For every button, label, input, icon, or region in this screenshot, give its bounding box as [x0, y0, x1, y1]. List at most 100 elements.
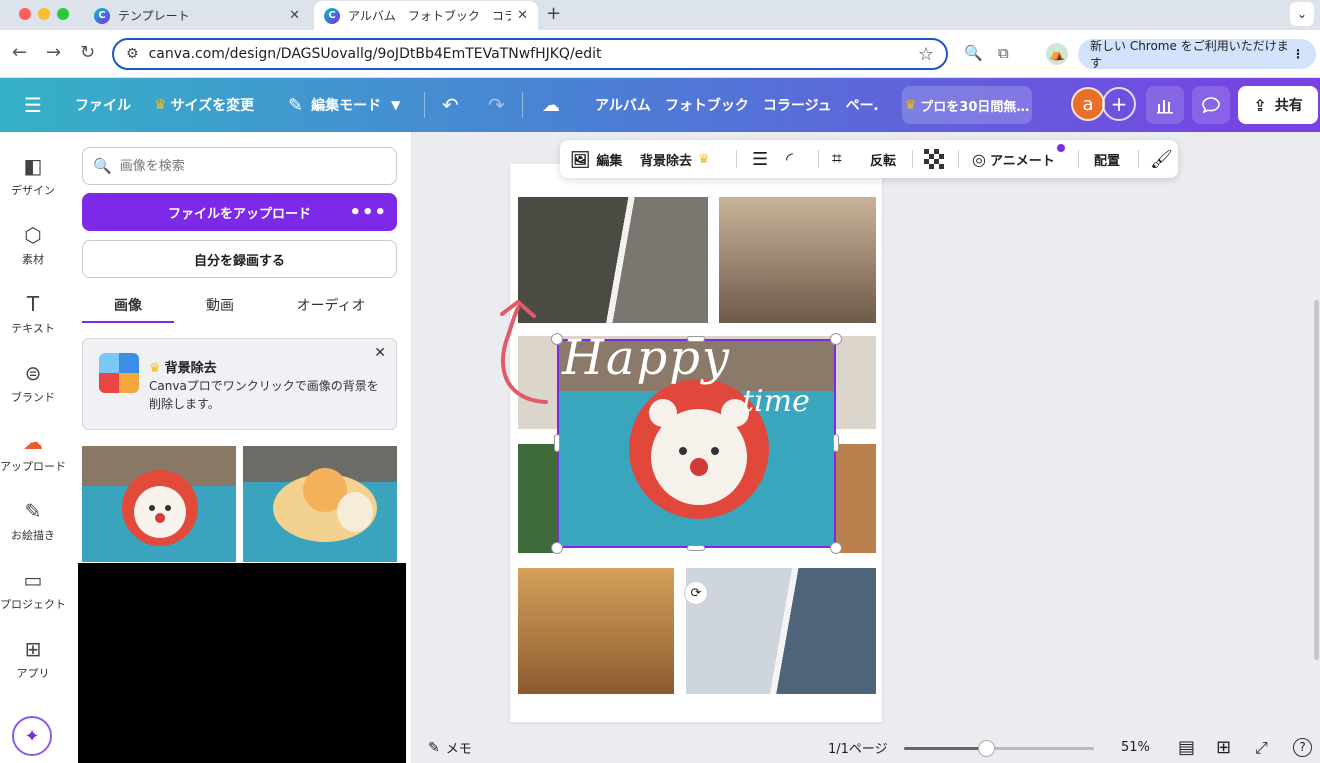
- update-chrome-button[interactable]: 新しい Chrome をご利用いただけます ⋮: [1078, 39, 1316, 70]
- image-icon: 🖼: [570, 149, 591, 169]
- rail-label: アップロード: [0, 460, 66, 473]
- photo-wedding-and-grandparent[interactable]: [686, 568, 876, 694]
- rail-item-uploads[interactable]: ☁ アップロード: [0, 430, 66, 474]
- share-button[interactable]: ⇪ 共有: [1238, 86, 1318, 124]
- happy-text[interactable]: Happy: [562, 330, 731, 386]
- uploaded-image-lion-side[interactable]: [243, 446, 397, 562]
- photo-family-autumn[interactable]: [518, 568, 674, 694]
- hand-drawn-arrow[interactable]: [494, 296, 564, 406]
- profile-avatar[interactable]: ⛺: [1046, 43, 1068, 65]
- pro-trial-button[interactable]: ♛ プロを30日間無…: [902, 86, 1032, 124]
- animate-button[interactable]: ◎ アニメート: [972, 140, 1065, 178]
- image-search-box[interactable]: 🔍: [82, 147, 397, 185]
- resize-handle-bottom-left[interactable]: [551, 542, 563, 554]
- flip-button[interactable]: 反転: [870, 140, 896, 178]
- crop-icon[interactable]: ⌗: [832, 140, 842, 178]
- rail-item-draw[interactable]: ✎ お絵描き: [0, 499, 66, 543]
- photo-frame-middle-left[interactable]: [518, 444, 558, 553]
- close-icon[interactable]: ✕: [374, 345, 386, 361]
- site-settings-icon[interactable]: ⚙: [126, 46, 139, 62]
- rail-item-projects[interactable]: ▭ プロジェクト: [0, 568, 66, 612]
- photo-frame-middle-right[interactable]: [834, 444, 876, 553]
- comment-icon[interactable]: [1192, 86, 1230, 124]
- extensions-icon[interactable]: ⧉: [998, 44, 1009, 62]
- browser-tab-templates[interactable]: C テンプレート ✕: [84, 1, 310, 30]
- search-input[interactable]: [119, 158, 380, 174]
- cloud-saved-icon[interactable]: ☁: [542, 78, 560, 132]
- close-icon[interactable]: ✕: [517, 8, 528, 23]
- document-title[interactable]: アルバム フォトブック コラージュ ペー…: [595, 78, 879, 132]
- resize-handle-right[interactable]: [833, 434, 839, 452]
- file-menu[interactable]: ファイル: [75, 78, 131, 132]
- resize-handle-top-right[interactable]: [830, 333, 842, 345]
- position-button[interactable]: 配置: [1094, 140, 1120, 178]
- divider: [424, 92, 425, 118]
- page-view-icon[interactable]: ▤: [1178, 732, 1195, 763]
- record-yourself-button[interactable]: 自分を録画する: [82, 240, 397, 278]
- undo-icon[interactable]: ↶: [442, 78, 459, 132]
- zoom-percentage[interactable]: 51%: [1121, 732, 1150, 763]
- search-icon[interactable]: 🔍: [964, 44, 983, 62]
- corner-rounding-icon[interactable]: ◜: [786, 140, 793, 178]
- zoom-slider[interactable]: [904, 740, 1094, 757]
- canvas-area: Happy time ⟳ 🖼 編集 背景除去 ♛ ☰ ◜ ⌗ 反転 ◎ アニメー…: [412, 132, 1320, 732]
- paint-roller-icon[interactable]: 🖌: [1150, 140, 1173, 178]
- magic-sparkle-icon[interactable]: ✦: [12, 716, 52, 756]
- resize-handle-bottom[interactable]: [687, 545, 705, 551]
- help-icon: ?: [1293, 738, 1312, 757]
- rail-label: プロジェクト: [0, 598, 66, 611]
- tab-images[interactable]: 画像: [82, 295, 174, 323]
- browser-tab-album[interactable]: C アルバム フォトブック コラー ✕: [314, 1, 538, 30]
- more-horizontal-icon[interactable]: •••: [349, 202, 387, 223]
- transparency-icon[interactable]: [924, 140, 944, 178]
- grid-view-icon[interactable]: ⊞: [1216, 732, 1231, 763]
- canva-favicon-icon: C: [324, 7, 340, 24]
- bookmark-star-icon[interactable]: ☆: [918, 44, 934, 65]
- help-button[interactable]: ?: [1293, 732, 1312, 763]
- more-vert-icon[interactable]: ⋮: [1292, 47, 1304, 61]
- forward-arrow-icon[interactable]: →: [46, 42, 61, 63]
- photo-dancing-couple[interactable]: [719, 197, 876, 323]
- notes-label: メモ: [445, 742, 472, 757]
- zoom-slider-knob[interactable]: [977, 740, 995, 757]
- maximize-window-button[interactable]: [57, 8, 69, 20]
- close-icon[interactable]: ✕: [289, 8, 300, 23]
- redo-icon[interactable]: ↷: [488, 78, 505, 132]
- rail-item-design[interactable]: ◧ デザイン: [0, 154, 66, 198]
- uploaded-image-lion-front[interactable]: [82, 446, 236, 562]
- insights-chart-icon[interactable]: [1146, 86, 1184, 124]
- resize-button[interactable]: ♛ サイズを変更: [154, 78, 254, 132]
- notes-button[interactable]: ✎ メモ: [428, 732, 472, 763]
- bg-remove-button[interactable]: 背景除去 ♛: [640, 140, 714, 178]
- rail-item-apps[interactable]: ⊞ アプリ: [0, 637, 66, 681]
- add-collaborator-button[interactable]: +: [1102, 87, 1136, 121]
- tab-audio[interactable]: オーディオ: [281, 295, 381, 323]
- canva-favicon-icon: C: [94, 7, 110, 24]
- reload-icon[interactable]: ↻: [80, 42, 95, 63]
- rail-item-brand[interactable]: ⊜ ブランド: [0, 361, 66, 405]
- resize-handle-left[interactable]: [554, 434, 560, 452]
- hamburger-menu-icon[interactable]: ☰: [24, 78, 42, 132]
- edit-image-button[interactable]: 🖼 編集: [570, 140, 622, 178]
- chevron-down-icon[interactable]: ⌄: [1290, 2, 1314, 26]
- user-avatar[interactable]: a: [1071, 87, 1105, 121]
- replace-rotate-icon[interactable]: ⟳: [684, 581, 708, 605]
- chevron-down-icon: ▼: [391, 98, 401, 112]
- fullscreen-icon[interactable]: ⤢: [1255, 732, 1268, 763]
- page-indicator[interactable]: 1/1ページ: [828, 732, 888, 763]
- tab-videos[interactable]: 動画: [174, 295, 266, 323]
- back-arrow-icon[interactable]: ←: [12, 42, 27, 63]
- close-window-button[interactable]: [19, 8, 31, 20]
- url-field[interactable]: ⚙ canva.com/design/DAGSUovallg/9oJDtBb4E…: [112, 38, 948, 70]
- rail-item-elements[interactable]: ⬡ 素材: [0, 223, 66, 267]
- speech-bubble-icon: [1202, 97, 1220, 114]
- upload-file-button[interactable]: ファイルをアップロード •••: [82, 193, 397, 231]
- edit-mode-dropdown[interactable]: ✎ 編集モード ▼: [288, 78, 400, 132]
- page-scrollbar[interactable]: [1314, 300, 1319, 660]
- resize-handle-bottom-right[interactable]: [830, 542, 842, 554]
- border-style-icon[interactable]: ☰: [752, 140, 768, 178]
- time-text[interactable]: time: [742, 384, 810, 419]
- minimize-window-button[interactable]: [38, 8, 50, 20]
- new-tab-icon[interactable]: +: [546, 3, 561, 24]
- rail-item-text[interactable]: T テキスト: [0, 292, 66, 336]
